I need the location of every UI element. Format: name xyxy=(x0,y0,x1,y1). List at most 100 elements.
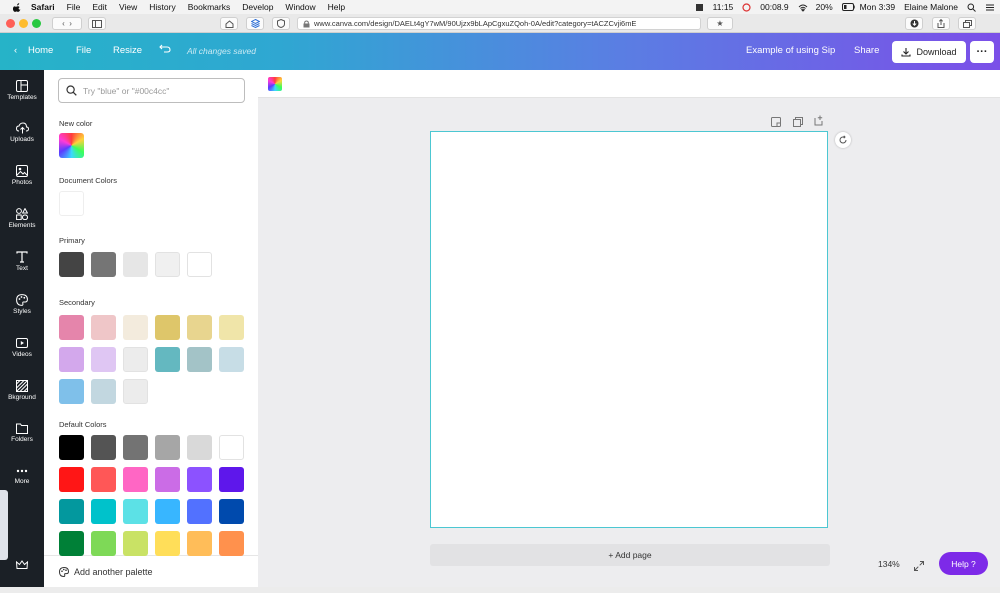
nav-item-templates[interactable]: Templates xyxy=(0,80,44,101)
default-color-swatch[interactable] xyxy=(219,499,244,524)
menubar-time[interactable]: Mon 3:39 xyxy=(860,2,895,12)
nav-item-folders[interactable]: Folders xyxy=(0,423,44,443)
back-chevron-icon[interactable]: ‹ xyxy=(62,19,65,28)
default-color-swatch[interactable] xyxy=(91,435,116,460)
rotate-handle[interactable] xyxy=(835,132,851,148)
tab-overview-button[interactable] xyxy=(958,17,976,30)
default-color-swatch[interactable] xyxy=(219,531,244,556)
status-icon[interactable] xyxy=(695,3,704,12)
default-color-swatch[interactable] xyxy=(59,499,84,524)
design-title[interactable]: Example of using Sip xyxy=(746,45,835,56)
nav-item-photos[interactable]: Photos xyxy=(0,165,44,186)
share-page-button[interactable] xyxy=(932,17,950,30)
default-color-swatch[interactable] xyxy=(59,435,84,460)
forward-chevron-icon[interactable]: › xyxy=(69,19,72,28)
resize-menu[interactable]: Resize xyxy=(113,45,142,56)
design-canvas[interactable] xyxy=(430,131,828,528)
spotlight-search-icon[interactable] xyxy=(967,3,976,12)
default-color-swatch[interactable] xyxy=(155,499,180,524)
add-palette-button[interactable]: Add another palette xyxy=(44,555,258,587)
menu-file[interactable]: File xyxy=(67,2,81,12)
menu-window[interactable]: Window xyxy=(285,2,315,12)
secondary-color-swatch[interactable] xyxy=(219,347,244,372)
secondary-color-swatch[interactable] xyxy=(91,379,116,404)
default-color-swatch[interactable] xyxy=(187,531,212,556)
secondary-color-swatch[interactable] xyxy=(187,347,212,372)
home-button[interactable] xyxy=(220,17,238,30)
battery-icon[interactable] xyxy=(841,2,855,12)
back-forward-buttons[interactable]: ‹ › xyxy=(52,17,82,30)
nav-item-elements[interactable]: Elements xyxy=(0,208,44,229)
add-page-icon[interactable] xyxy=(814,113,824,131)
secondary-color-swatch[interactable] xyxy=(155,315,180,340)
address-bar[interactable]: www.canva.com/design/DAELt4gY7wM/90Ujzx9… xyxy=(297,17,701,30)
apple-logo-icon[interactable] xyxy=(13,2,21,12)
primary-color-swatch[interactable] xyxy=(123,252,148,277)
extension-button[interactable] xyxy=(246,17,264,30)
menu-develop[interactable]: Develop xyxy=(242,2,273,12)
nav-item-text[interactable]: Text xyxy=(0,251,44,272)
primary-color-swatch[interactable] xyxy=(155,252,180,277)
secondary-color-swatch[interactable] xyxy=(219,315,244,340)
nav-item-videos[interactable]: Videos xyxy=(0,337,44,358)
secondary-color-swatch[interactable] xyxy=(123,379,148,404)
window-minimize-button[interactable] xyxy=(19,19,28,28)
file-menu[interactable]: File xyxy=(76,45,91,56)
add-page-button[interactable]: + Add page xyxy=(430,544,830,566)
zoom-level[interactable]: 134% xyxy=(878,559,900,569)
secondary-color-swatch[interactable] xyxy=(91,315,116,340)
primary-color-swatch[interactable] xyxy=(59,252,84,277)
default-color-swatch[interactable] xyxy=(91,499,116,524)
more-options-button[interactable]: ··· xyxy=(970,41,994,63)
menu-view[interactable]: View xyxy=(119,2,137,12)
bookmark-extension-button[interactable]: ★ xyxy=(707,17,733,30)
secondary-color-swatch[interactable] xyxy=(123,347,148,372)
menu-help[interactable]: Help xyxy=(328,2,345,12)
secondary-color-swatch[interactable] xyxy=(59,315,84,340)
color-picker-button[interactable] xyxy=(268,77,282,91)
url-text[interactable]: www.canva.com/design/DAELt4gY7wM/90Ujzx9… xyxy=(314,19,636,28)
downloads-button[interactable] xyxy=(905,17,923,30)
secondary-color-swatch[interactable] xyxy=(155,347,180,372)
share-button[interactable]: Share xyxy=(854,45,879,56)
default-color-swatch[interactable] xyxy=(155,467,180,492)
default-color-swatch[interactable] xyxy=(123,435,148,460)
secondary-color-swatch[interactable] xyxy=(91,347,116,372)
nav-item-uploads[interactable]: Uploads xyxy=(0,122,44,143)
help-button[interactable]: Help ? xyxy=(939,552,988,575)
duplicate-page-icon[interactable] xyxy=(793,114,803,132)
undo-button[interactable] xyxy=(159,43,171,56)
document-color-swatch[interactable] xyxy=(59,191,84,216)
default-color-swatch[interactable] xyxy=(219,467,244,492)
default-color-swatch[interactable] xyxy=(155,531,180,556)
download-button[interactable]: Download xyxy=(892,41,966,63)
default-color-swatch[interactable] xyxy=(59,467,84,492)
default-color-swatch[interactable] xyxy=(123,467,148,492)
privacy-button[interactable] xyxy=(272,17,290,30)
secondary-color-swatch[interactable] xyxy=(187,315,212,340)
new-color-rainbow-button[interactable] xyxy=(59,133,84,158)
default-color-swatch[interactable] xyxy=(155,435,180,460)
default-color-swatch[interactable] xyxy=(123,531,148,556)
primary-color-swatch[interactable] xyxy=(187,252,212,277)
wifi-icon[interactable] xyxy=(798,3,808,12)
page-note-icon[interactable] xyxy=(771,114,781,132)
nav-item-background[interactable]: Bkground xyxy=(0,380,44,401)
crown-icon[interactable] xyxy=(15,557,29,575)
default-color-swatch[interactable] xyxy=(91,531,116,556)
default-color-swatch[interactable] xyxy=(187,435,212,460)
default-color-swatch[interactable] xyxy=(123,499,148,524)
window-close-button[interactable] xyxy=(6,19,15,28)
recording-icon[interactable] xyxy=(742,2,751,12)
menu-edit[interactable]: Edit xyxy=(92,2,107,12)
window-zoom-button[interactable] xyxy=(32,19,41,28)
control-center-icon[interactable] xyxy=(985,3,994,12)
secondary-color-swatch[interactable] xyxy=(59,379,84,404)
primary-color-swatch[interactable] xyxy=(91,252,116,277)
default-color-swatch[interactable] xyxy=(187,467,212,492)
default-color-swatch[interactable] xyxy=(219,435,244,460)
sidebar-toggle-button[interactable] xyxy=(88,17,106,30)
home-chevron-icon[interactable]: ‹ xyxy=(14,45,17,56)
color-search-input[interactable]: Try "blue" or "#00c4cc" xyxy=(58,78,245,103)
fullscreen-icon[interactable] xyxy=(914,558,924,576)
